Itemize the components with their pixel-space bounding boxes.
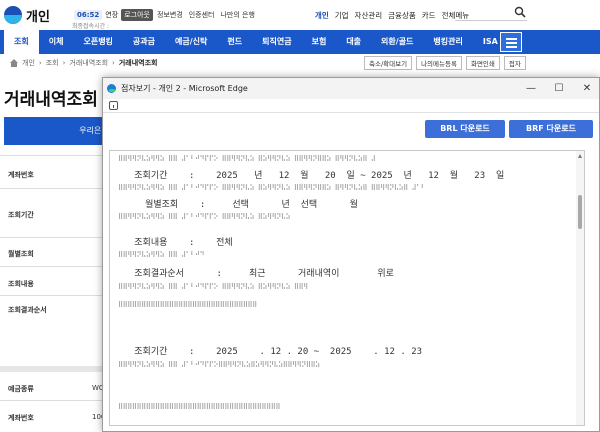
braille-line: ⠿⠿⠻⠻⠝⠧⠵⠻⠻⠵ ⠿⠿ ⠼⠁⠃⠚⠙⠏⠏⠕ ⠿⠿⠻⠻⠝⠧⠵ ⠿⠵⠻⠻⠝⠧⠵ ⠿… — [118, 155, 376, 163]
logo-text: 개인 — [26, 9, 50, 25]
nav-pension[interactable]: 퇴직연금 — [252, 30, 301, 54]
page-title: 거래내역조회 — [4, 90, 98, 110]
braille-line: ⠿⠿⠻⠻⠝⠧⠵⠻⠻⠵ ⠿⠿ ⠼⠁⠃⠚⠙⠏⠏⠕ ⠿⠿⠻⠻⠝⠧⠵ ⠿⠵⠻⠻⠝⠧⠵ — [118, 213, 291, 221]
nav-loan[interactable]: 대출 — [336, 30, 371, 54]
braille-line: ⠿⠿⠿⠿⠿⠿⠿⠿⠿⠿⠿⠿⠿⠿⠿⠿⠿⠿⠿⠿⠿⠿⠿⠿⠿⠿⠿⠿⠿⠿ — [118, 301, 257, 309]
info-icon[interactable] — [109, 101, 118, 110]
braille-popup-window: 점자보기 - 개인 2 - Microsoft Edge — ☐ ✕ BRL 다… — [102, 77, 600, 432]
form-label-order: 조회결과순서 — [8, 306, 47, 314]
vertical-scrollbar[interactable] — [576, 151, 584, 425]
top-link-info[interactable]: 정보변경 — [157, 10, 183, 20]
edge-browser-icon — [107, 84, 116, 93]
search-icon[interactable] — [514, 6, 526, 18]
breadcrumb-item[interactable]: 조회 — [46, 58, 59, 68]
minimize-button[interactable]: — — [517, 78, 545, 99]
divider — [0, 188, 110, 189]
form-label-content: 조회내용 — [8, 280, 34, 288]
biz-link-corporate[interactable]: 기업 — [335, 10, 349, 21]
breadcrumb-item[interactable]: 거래내역조회 — [69, 58, 108, 68]
nav-forex[interactable]: 외환/골드 — [371, 30, 423, 54]
bank-logo[interactable]: 개인 — [4, 6, 66, 25]
close-button[interactable]: ✕ — [573, 78, 600, 99]
form-label-account-2: 계좌번호 — [8, 414, 34, 422]
braille-line: ⠿⠿⠻⠻⠝⠧⠵⠻⠻⠵ ⠿⠿ ⠼⠁⠃⠚⠙⠏⠏⠕ ⠿⠿⠻⠻⠝⠧⠵ ⠿⠵⠻⠻⠝⠧⠵ ⠿… — [118, 283, 308, 291]
biz-link-products[interactable]: 금융상품 — [388, 10, 416, 21]
brf-download-button[interactable]: BRF 다운로드 — [509, 120, 593, 138]
text-line: 조회기간 : 2025 . 12 . 20 ~ 2025 . 12 . 23 — [118, 347, 423, 357]
menu-icon[interactable] — [500, 32, 522, 52]
window-titlebar[interactable]: 점자보기 - 개인 2 - Microsoft Edge — ☐ ✕ — [103, 78, 599, 99]
print-button[interactable]: 화면인쇄 — [465, 56, 500, 70]
nav-transfer[interactable]: 이체 — [39, 30, 74, 54]
braille-line: ⠿⠿⠿⠿⠿⠿⠿⠿⠿⠿⠿⠿⠿⠿⠿⠿⠿⠿⠿⠿⠿⠿⠿⠿⠿⠿⠿⠿⠿⠿⠿⠿⠿⠿⠿ — [118, 403, 280, 411]
form-label-deposit-type: 예금종류 — [8, 385, 34, 393]
breadcrumb-item[interactable]: 개인 — [22, 58, 35, 68]
braille-line: ⠿⠿⠻⠻⠝⠧⠵⠻⠻⠵ ⠿⠿ ⠼⠁⠃⠚⠙⠏⠏⠕ ⠿⠿⠻⠻⠝⠧⠵ ⠿⠵⠻⠻⠝⠧⠵ ⠿… — [118, 184, 426, 192]
divider — [0, 400, 110, 401]
session-timer: 06:52 — [74, 10, 103, 20]
biz-link-card[interactable]: 카드 — [422, 10, 436, 21]
section-divider — [0, 366, 110, 372]
zoom-button[interactable]: 축소/확대보기 — [364, 56, 413, 70]
biz-link-personal[interactable]: 개인 — [315, 10, 329, 21]
nav-inquiry[interactable]: 조회 — [4, 30, 39, 54]
business-links: 개인 기업 자산관리 금융상품 카드 전체메뉴 — [315, 10, 469, 21]
braille-button[interactable]: 접자 — [503, 56, 526, 70]
utility-buttons: 축소/확대보기 나의메뉴등록 화면인쇄 접자 — [364, 56, 526, 70]
session-controls: 06:52 연장 로그아웃 — [74, 9, 153, 21]
divider — [0, 266, 110, 267]
braille-content-area[interactable]: ⠿⠿⠻⠻⠝⠧⠵⠻⠻⠵ ⠿⠿ ⠼⠁⠃⠚⠙⠏⠏⠕ ⠿⠿⠻⠻⠝⠧⠵ ⠿⠵⠻⠻⠝⠧⠵ ⠿… — [109, 150, 585, 426]
nav-openbanking[interactable]: 오픈뱅킹 — [73, 30, 122, 54]
text-line: 조회결과순서 : 최근 거래내역이 위로 — [118, 269, 394, 279]
braille-line: ⠿⠿⠻⠻⠝⠧⠵⠻⠻⠵ ⠿⠿ ⠼⠁⠃⠚⠙⠏⠏⠕⠿⠿⠻⠻⠝⠧⠵⠿⠵⠻⠻⠝⠧⠵⠿⠿⠻⠻… — [118, 361, 320, 369]
divider — [0, 295, 110, 296]
breadcrumb: 개인 › 조회 › 거래내역조회 › 거래내역조회 — [10, 58, 158, 68]
last-login-text: 최종접속시간 : — [72, 23, 110, 30]
nav-utility[interactable]: 공과금 — [123, 30, 165, 54]
home-icon[interactable] — [10, 59, 18, 67]
top-link-cert[interactable]: 인증센터 — [189, 10, 215, 20]
braille-line: ⠿⠿⠻⠻⠝⠧⠵⠻⠻⠵ ⠿⠿ ⠼⠁⠃⠚⠙ — [118, 251, 205, 259]
scroll-thumb[interactable] — [578, 195, 582, 229]
top-links: 정보변경 인증센터 나만의 은행 — [157, 10, 255, 20]
nav-banking-mgmt[interactable]: 뱅킹관리 — [423, 30, 472, 54]
brl-download-button[interactable]: BRL 다운로드 — [425, 120, 505, 138]
text-line: 조회기간 : 2025 년 12 월 20 일 ~ 2025 년 12 월 23… — [118, 171, 505, 181]
nav-fund[interactable]: 펀드 — [217, 30, 252, 54]
breadcrumb-current: 거래내역조회 — [118, 59, 158, 67]
bank-logo-icon — [4, 6, 22, 24]
text-line: 월별조회 : 선택 년 선택 월 — [118, 200, 358, 210]
biz-link-asset[interactable]: 자산관리 — [355, 10, 383, 21]
nav-deposit[interactable]: 예금/신탁 — [165, 30, 217, 54]
main-nav: 조회 이체 오픈뱅킹 공과금 예금/신탁 펀드 퇴직연금 보험 대출 외환/골드… — [0, 30, 600, 54]
divider — [0, 237, 110, 238]
address-bar — [103, 99, 599, 113]
top-bar: 개인 06:52 연장 로그아웃 정보변경 인증센터 나만의 은행 개인 기업 … — [0, 0, 600, 30]
text-line: 조회내용 : 전체 — [118, 238, 233, 248]
maximize-button[interactable]: ☐ — [545, 78, 573, 99]
scroll-up-icon[interactable] — [578, 154, 582, 158]
window-title: 점자보기 - 개인 2 - Microsoft Edge — [121, 84, 248, 93]
divider — [0, 155, 110, 156]
form-label-period: 조회기간 — [8, 211, 34, 219]
add-my-menu-button[interactable]: 나의메뉴등록 — [416, 56, 462, 70]
form-label-account: 계좌번호 — [8, 171, 34, 179]
extend-session-button[interactable]: 연장 — [105, 10, 118, 20]
nav-insurance[interactable]: 보험 — [302, 30, 337, 54]
top-link-mybank[interactable]: 나만의 은행 — [220, 10, 254, 20]
logout-button[interactable]: 로그아웃 — [121, 9, 153, 21]
form-label-monthly: 월별조회 — [8, 250, 34, 258]
